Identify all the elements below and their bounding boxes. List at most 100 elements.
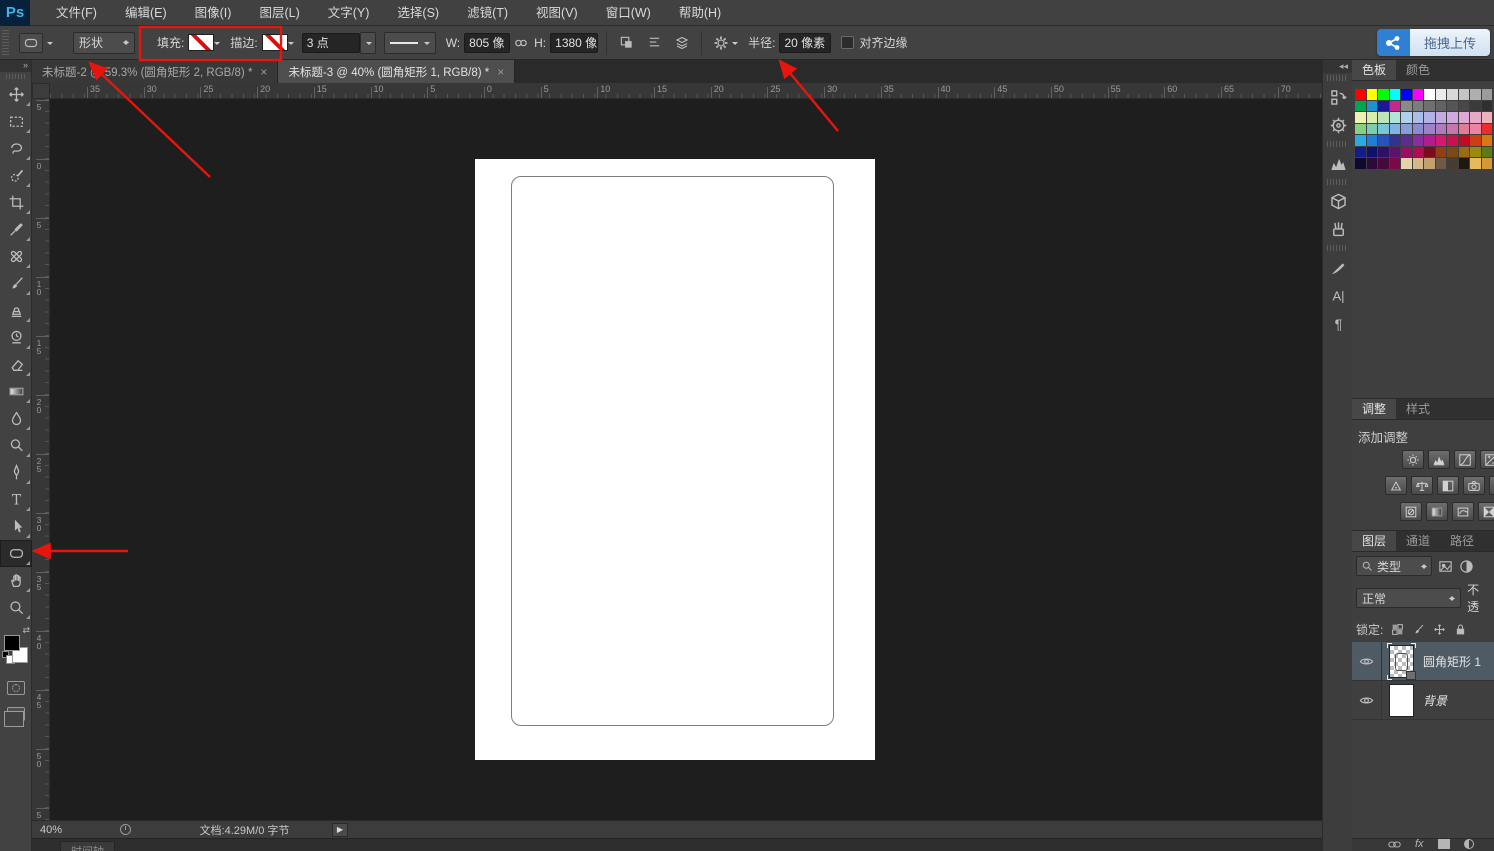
- tab-color[interactable]: 颜色: [1396, 60, 1440, 80]
- lock-all-icon[interactable]: [1454, 623, 1467, 636]
- color-swatch[interactable]: [1470, 146, 1481, 157]
- eyedropper-tool[interactable]: [0, 216, 32, 243]
- fill-swatch-none[interactable]: [188, 34, 215, 51]
- height-input[interactable]: 1380 像: [550, 32, 599, 53]
- color-swatch[interactable]: [1447, 100, 1458, 111]
- color-swatch[interactable]: [1470, 112, 1481, 123]
- brush-panel-panel-icon[interactable]: [1323, 215, 1353, 243]
- quick-mask-mode-button[interactable]: [6, 681, 25, 695]
- tab-paths[interactable]: 路径: [1440, 531, 1484, 551]
- zoom-tool[interactable]: [0, 594, 32, 621]
- color-swatch[interactable]: [1481, 135, 1492, 146]
- tab-layers[interactable]: 图层: [1352, 531, 1397, 551]
- type-tool[interactable]: T: [0, 486, 32, 513]
- path-alignment-icon[interactable]: [643, 33, 665, 53]
- invert-adjustment-icon[interactable]: [1478, 502, 1494, 521]
- stroke-swatch-none[interactable]: [261, 34, 288, 51]
- path-selection-tool[interactable]: [0, 513, 32, 540]
- tool-mode-select[interactable]: 形状: [73, 31, 135, 54]
- color-swatch[interactable]: [1424, 146, 1435, 157]
- color-swatch[interactable]: [1424, 123, 1435, 134]
- color-swatch[interactable]: [1355, 123, 1366, 134]
- history-brush-tool[interactable]: [0, 324, 32, 351]
- tab-styles[interactable]: 样式: [1396, 399, 1440, 419]
- color-swatch[interactable]: [1401, 100, 1412, 111]
- default-colors-icon[interactable]: [2, 651, 15, 664]
- tab-adjustments[interactable]: 调整: [1352, 399, 1397, 419]
- color-swatch[interactable]: [1366, 158, 1377, 169]
- color-swatch[interactable]: [1435, 89, 1446, 100]
- color-swatch[interactable]: [1447, 135, 1458, 146]
- color-swatch[interactable]: [1389, 112, 1400, 123]
- color-swatch[interactable]: [1355, 100, 1366, 111]
- exposure-adjustment-icon[interactable]: [1480, 450, 1494, 469]
- tool-preset[interactable]: [13, 32, 59, 53]
- hand-tool[interactable]: [0, 567, 32, 594]
- spot-healing-brush-tool[interactable]: [0, 243, 32, 270]
- curves-adjustment-icon[interactable]: [1454, 450, 1476, 469]
- color-swatch[interactable]: [1447, 158, 1458, 169]
- blend-mode-select[interactable]: 正常: [1356, 588, 1462, 608]
- photo-filter-adjustment-icon[interactable]: [1489, 476, 1494, 495]
- color-swatch[interactable]: [1412, 158, 1423, 169]
- color-swatch[interactable]: [1470, 123, 1481, 134]
- color-swatch[interactable]: [1412, 112, 1423, 123]
- color-swatch[interactable]: [1401, 146, 1412, 157]
- clone-stamp-tool[interactable]: [0, 297, 32, 324]
- color-swatch[interactable]: [1470, 135, 1481, 146]
- eraser-tool[interactable]: [0, 351, 32, 378]
- zoom-level[interactable]: 40%: [40, 824, 90, 836]
- stroke-style-select[interactable]: [383, 31, 436, 54]
- color-swatch[interactable]: [1435, 146, 1446, 157]
- color-swatch[interactable]: [1366, 89, 1377, 100]
- eye-icon[interactable]: [1359, 693, 1374, 708]
- color-swatch[interactable]: [1458, 123, 1469, 134]
- rounded-rectangle-tool[interactable]: [0, 540, 32, 567]
- color-swatch[interactable]: [1378, 146, 1389, 157]
- move-tool[interactable]: [0, 81, 32, 108]
- panel-grip[interactable]: [1327, 245, 1348, 251]
- lasso-tool[interactable]: [0, 135, 32, 162]
- color-swatch[interactable]: [1366, 135, 1377, 146]
- color-swatch[interactable]: [1435, 112, 1446, 123]
- black-white-adjustment-icon[interactable]: [1463, 476, 1485, 495]
- color-swatch[interactable]: [1435, 100, 1446, 111]
- color-swatch[interactable]: [1458, 158, 1469, 169]
- visibility-toggle[interactable]: [1352, 642, 1382, 680]
- blur-tool[interactable]: [0, 405, 32, 432]
- color-swatch[interactable]: [1401, 158, 1412, 169]
- color-swatch[interactable]: [1435, 135, 1446, 146]
- width-input[interactable]: 805 像: [464, 32, 511, 53]
- history-panel-icon[interactable]: [1323, 83, 1353, 111]
- histogram-panel-icon[interactable]: [1323, 149, 1353, 177]
- layer-style-fx-icon[interactable]: fx: [1415, 839, 1424, 850]
- color-swatch[interactable]: [1366, 112, 1377, 123]
- path-arrangement-icon[interactable]: [671, 33, 693, 53]
- foreground-color-swatch[interactable]: [4, 635, 20, 651]
- crop-tool[interactable]: [0, 189, 32, 216]
- document-tab-1[interactable]: 未标题-2 @ 59.3% (圆角矩形 2, RGB/8) * ×: [32, 60, 279, 83]
- color-swatch[interactable]: [1389, 100, 1400, 111]
- color-swatch[interactable]: [1447, 89, 1458, 100]
- color-swatch[interactable]: [1378, 89, 1389, 100]
- color-swatch[interactable]: [1389, 135, 1400, 146]
- tab-channels[interactable]: 通道: [1396, 531, 1440, 551]
- color-swatch[interactable]: [1355, 146, 1366, 157]
- toolbar-grip[interactable]: [5, 74, 26, 79]
- vibrance-adjustment-icon[interactable]: [1385, 476, 1407, 495]
- menu-type[interactable]: 文字(Y): [314, 0, 384, 26]
- color-swatch[interactable]: [1412, 123, 1423, 134]
- paragraph-panel-icon[interactable]: ¶: [1323, 309, 1353, 337]
- adjustment-filter-icon[interactable]: [1459, 559, 1474, 574]
- color-swatch[interactable]: [1424, 112, 1435, 123]
- color-swatch[interactable]: [1378, 123, 1389, 134]
- panel-grip[interactable]: [1327, 75, 1348, 81]
- close-icon[interactable]: ×: [497, 65, 504, 79]
- tab-swatches[interactable]: 色板: [1352, 60, 1397, 80]
- quick-selection-tool[interactable]: [0, 162, 32, 189]
- menu-filter[interactable]: 滤镜(T): [453, 0, 522, 26]
- panel-grip[interactable]: [1327, 141, 1348, 147]
- channel-mixer-adjustment-icon[interactable]: [1400, 502, 1422, 521]
- gradient-map-adjustment-icon[interactable]: [1426, 502, 1448, 521]
- color-swatch[interactable]: [1470, 89, 1481, 100]
